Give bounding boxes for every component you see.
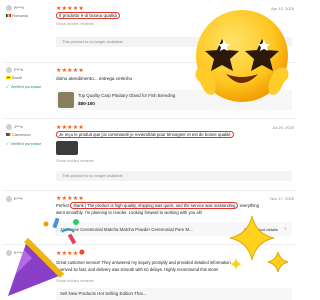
product-name: Top Quality Carp Pituitary Gland for Fis…: [78, 93, 176, 98]
brazil-flag-icon: [6, 76, 11, 80]
highlighted-text: Il prodotto è di buona qualità: [56, 12, 120, 19]
avatar: [6, 67, 12, 73]
avatar: [6, 196, 12, 202]
unavailable-notice: This product is no longer available: [56, 171, 292, 181]
product-price: $80-100: [78, 101, 95, 106]
reviewer: R***9: [6, 5, 24, 11]
reviewer-name: R***9: [14, 5, 24, 11]
divider: [4, 190, 296, 191]
highlighted-text: Je reçu le produit que j'ai commandé je …: [56, 131, 234, 138]
reviewer-country: Romania: [6, 13, 28, 18]
review-date: Nov 17, 2025: [270, 196, 294, 201]
verified-purchase-badge: ✓ Verified purchase: [6, 141, 42, 146]
review-text: Il prodotto è di buona qualità: [56, 12, 120, 19]
romania-flag-icon: [6, 14, 11, 18]
product-image: [58, 92, 74, 108]
star-eyes-emoji-icon: [195, 10, 289, 102]
review-date: Jul 29, 2025: [272, 125, 294, 130]
reviewer-name: F***s: [14, 67, 24, 73]
country-name: Romania: [12, 13, 29, 18]
country-name: Brazil: [12, 75, 23, 80]
reviewer-name: E***r: [14, 196, 23, 202]
reviewer-country: Cameroon: [6, 132, 31, 137]
country-name: Cameroon: [12, 132, 31, 137]
show-hidden-reviews-link[interactable]: Show hidden reviews: [56, 158, 94, 163]
verified-purchase-badge: ✓ Verified purchase: [6, 84, 42, 89]
sparkles-icon: [229, 215, 289, 273]
text-end: everything: [238, 203, 259, 208]
divider: [4, 118, 296, 119]
show-hidden-reviews-link[interactable]: Show hidden reviews: [56, 21, 94, 26]
reviewer-name: J***s: [14, 124, 23, 130]
avatar: [6, 5, 12, 11]
reviewer: F***s: [6, 67, 23, 73]
cameroon-flag-icon: [6, 133, 11, 137]
review-text: Je reçu le produit que j'ai commandé je …: [56, 131, 234, 138]
reviewer: J***s: [6, 124, 23, 130]
avatar: [6, 124, 12, 130]
highlighted-text: thank | The product is high-quality, shi…: [70, 202, 239, 209]
review-feed: R***9 Romania ★★★★★ Apr 10, 2025 Il prod…: [0, 0, 300, 300]
reviewer-country: Brazil: [6, 75, 22, 80]
star-rating: ★★★★★: [56, 68, 84, 74]
party-popper-icon: [8, 217, 85, 296]
review-photo[interactable]: [56, 141, 78, 155]
reviewer: E***r: [6, 196, 23, 202]
review-text: ótimo atendimento... entrega certinho: [56, 76, 133, 81]
